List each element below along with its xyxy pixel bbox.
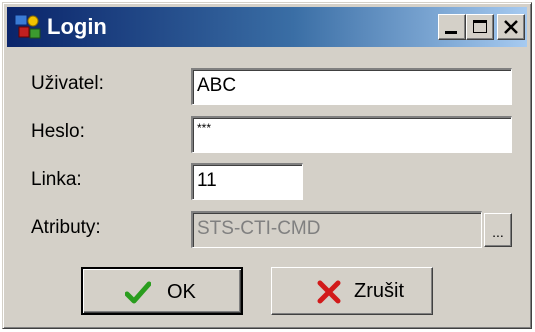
password-label: Heslo: [31,121,85,142]
browse-button[interactable]: ... [484,213,512,247]
checkmark-icon [125,281,151,304]
close-button[interactable] [497,14,525,40]
x-mark-icon [317,280,341,304]
maximize-button[interactable] [466,14,494,40]
minimize-button[interactable] [438,14,466,40]
line-label: Linka: [31,169,82,190]
maximize-icon [473,20,487,33]
attributes-label: Atributy: [31,217,101,238]
minimize-icon [445,31,457,34]
window-title: Login [47,14,107,39]
app-icon [14,14,41,39]
attributes-field: STS-CTI-CMD [191,211,482,248]
close-icon [504,20,518,34]
password-field[interactable]: *** [191,116,512,153]
cancel-button[interactable]: Zrušit [271,267,433,315]
title-bar[interactable]: Login [7,7,527,47]
user-label: Uživatel: [31,73,104,94]
ok-button[interactable]: OK [81,267,243,315]
login-window: Login Uživatel: ABC Heslo: *** Linka: 11… [2,2,532,329]
cancel-label: Zrušit [354,280,404,302]
ok-label: OK [167,281,196,303]
line-field[interactable]: 11 [191,163,303,200]
user-field[interactable]: ABC [191,68,512,105]
